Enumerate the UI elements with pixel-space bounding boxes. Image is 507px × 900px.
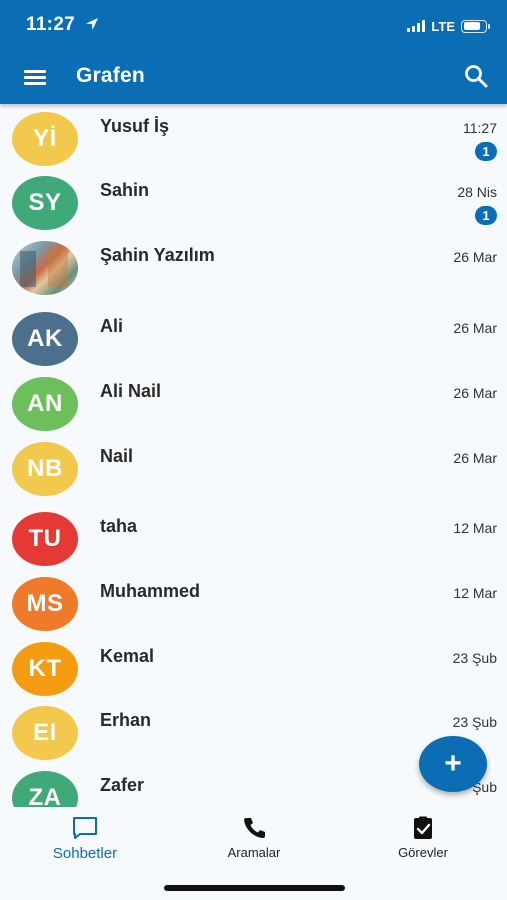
tab-aramalar[interactable]: Aramalar	[189, 815, 319, 871]
tab-label: Görevler	[398, 845, 448, 860]
unread-badge: 1	[475, 206, 497, 225]
avatar: SY	[12, 176, 78, 230]
chat-time: 28 Nis	[457, 184, 497, 200]
chat-time: 26 Mar	[453, 385, 497, 401]
avatar: Yİ	[12, 112, 78, 166]
chat-bubble-icon	[73, 817, 97, 839]
chat-time: 26 Mar	[453, 450, 497, 466]
chat-row-nail[interactable]: NB Nail 26 Mar	[0, 436, 507, 500]
chat-time: 12 Mar	[453, 520, 497, 536]
task-check-icon	[414, 816, 432, 839]
avatar-photo	[12, 241, 78, 295]
network-type: LTE	[431, 18, 455, 34]
chat-row-sahin-yazilim[interactable]: Şahin Yazılım 26 Mar	[0, 235, 507, 299]
tab-label: Aramalar	[227, 845, 281, 860]
status-time: 11:27	[26, 14, 76, 35]
chat-row-sahin[interactable]: SY Sahin 28 Nis 1	[0, 170, 507, 234]
chat-name: Ali Nail	[100, 381, 162, 401]
chat-row-muhammed[interactable]: MS Muhammed 12 Mar	[0, 571, 507, 635]
chat-time: 26 Mar	[453, 320, 497, 336]
chat-name: Nail	[100, 446, 134, 466]
avatar: ZA	[12, 771, 78, 807]
chat-row-yusuf[interactable]: Yİ Yusuf İş 11:27 1	[0, 106, 507, 170]
chat-time: 11:27	[463, 120, 497, 136]
unread-badge: 1	[475, 142, 497, 161]
chat-row-taha[interactable]: TU taha 12 Mar	[0, 506, 507, 570]
page-title: Grafen	[76, 64, 145, 87]
chat-name: Erhan	[100, 710, 152, 730]
home-indicator	[164, 885, 345, 891]
chat-name: Ali	[100, 316, 124, 336]
chat-time: 12 Mar	[453, 585, 497, 601]
search-icon[interactable]	[463, 63, 489, 89]
plus-icon: +	[444, 747, 462, 780]
location-arrow-icon	[86, 18, 98, 30]
avatar: NB	[12, 442, 78, 496]
chat-time: 26 Mar	[453, 249, 497, 265]
chat-name: Yusuf İş	[100, 116, 170, 136]
chat-name: Şahin Yazılım	[100, 245, 215, 265]
menu-button[interactable]	[22, 62, 48, 90]
bottom-navigation: Sohbetler Aramalar Görevler	[0, 807, 507, 900]
chat-row-ali-nail[interactable]: AN Ali Nail 26 Mar	[0, 371, 507, 435]
tab-label: Sohbetler	[52, 845, 118, 862]
chat-list[interactable]: Yİ Yusuf İş 11:27 1 SY Sahin 28 Nis 1 Şa…	[0, 104, 507, 807]
avatar: AN	[12, 377, 78, 431]
phone-icon	[244, 818, 265, 838]
chat-name: Muhammed	[100, 581, 201, 601]
avatar: KT	[12, 642, 78, 696]
avatar: MS	[12, 577, 78, 631]
chat-name: Kemal	[100, 646, 155, 666]
status-bar: 11:27 LTE	[26, 14, 490, 38]
app-header: 11:27 LTE Grafen	[0, 0, 507, 104]
chat-name: Sahin	[100, 180, 150, 200]
chat-row-kemal[interactable]: KT Kemal 23 Şub	[0, 636, 507, 700]
signal-icon	[407, 20, 426, 32]
battery-icon	[461, 19, 490, 33]
new-chat-button[interactable]: +	[419, 736, 487, 792]
chat-row-ali[interactable]: AK Ali 26 Mar	[0, 306, 507, 370]
avatar: EI	[12, 706, 78, 760]
chat-time: 23 Şub	[452, 650, 497, 666]
avatar: AK	[12, 312, 78, 366]
status-indicators: LTE	[407, 16, 490, 36]
tab-sohbetler[interactable]: Sohbetler	[20, 815, 150, 871]
avatar: TU	[12, 512, 78, 566]
tab-gorevler[interactable]: Görevler	[358, 815, 488, 871]
chat-name: taha	[100, 516, 138, 536]
chat-time: 23 Şub	[452, 714, 497, 730]
chat-name: Zafer	[100, 775, 145, 795]
